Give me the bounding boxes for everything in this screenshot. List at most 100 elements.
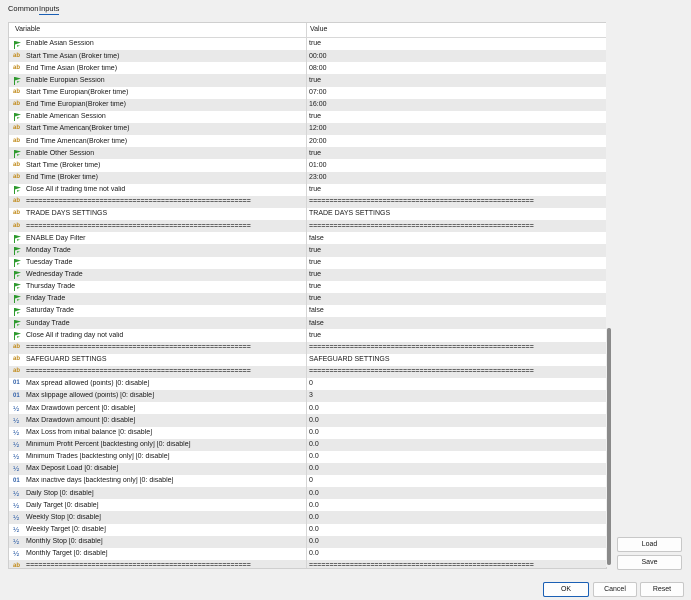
variable-value[interactable]: 0.0: [309, 490, 603, 497]
variable-value[interactable]: true: [309, 283, 603, 290]
variable-value[interactable]: ========================================…: [309, 198, 603, 205]
variable-value[interactable]: true: [309, 295, 603, 302]
table-row[interactable]: ab ======================================…: [9, 220, 606, 233]
table-row[interactable]: Thursday Trade true: [9, 280, 606, 293]
variable-value[interactable]: 0: [309, 380, 603, 387]
variable-value[interactable]: true: [309, 259, 603, 266]
table-row[interactable]: Wednesday Trade true: [9, 268, 606, 281]
table-row[interactable]: ½ Daily Target [0: disable] 0.0: [9, 499, 606, 512]
table-row[interactable]: Enable American Session true: [9, 110, 606, 123]
variable-value[interactable]: ========================================…: [309, 223, 603, 230]
table-row[interactable]: ½ Max Drawdown amount [0: disable] 0.0: [9, 414, 606, 427]
table-row[interactable]: ENABLE Day Filter false: [9, 232, 606, 245]
table-row[interactable]: ab ======================================…: [9, 560, 606, 568]
variable-value[interactable]: 20:00: [309, 138, 603, 145]
variable-value[interactable]: 0: [309, 477, 603, 484]
table-row[interactable]: Enable Europian Session true: [9, 74, 606, 87]
table-row[interactable]: ab End Time Asian (Broker time) 08:00: [9, 62, 606, 75]
table-row[interactable]: ½ Minimum Profit Percent [backtesting onl…: [9, 438, 606, 451]
table-row[interactable]: ½ Monthly Stop [0: disable] 0.0: [9, 535, 606, 548]
table-row[interactable]: Monday Trade true: [9, 244, 606, 257]
variable-value[interactable]: 12:00: [309, 125, 603, 132]
table-row[interactable]: Tuesday Trade true: [9, 256, 606, 269]
variable-value[interactable]: false: [309, 307, 603, 314]
variable-value[interactable]: ========================================…: [309, 368, 603, 375]
table-row[interactable]: ab Start Time Asian (Broker time) 00:00: [9, 50, 606, 63]
variable-value[interactable]: 0.0: [309, 405, 603, 412]
variable-value[interactable]: true: [309, 113, 603, 120]
table-row[interactable]: Saturday Trade false: [9, 305, 606, 318]
column-header-variable[interactable]: Variable: [15, 26, 40, 33]
tab-inputs[interactable]: Inputs: [39, 4, 60, 15]
table-row[interactable]: ab End Time (Broker time) 23:00: [9, 171, 606, 184]
table-row[interactable]: ½ Weekly Target [0: disable] 0.0: [9, 523, 606, 536]
table-row[interactable]: Enable Other Session true: [9, 147, 606, 160]
variable-value[interactable]: true: [309, 40, 603, 47]
table-row[interactable]: Friday Trade true: [9, 292, 606, 306]
variable-value[interactable]: 08:00: [309, 65, 603, 72]
variable-value[interactable]: true: [309, 271, 603, 278]
variable-value[interactable]: 00:00: [309, 53, 603, 60]
variable-value[interactable]: 0.0: [309, 441, 603, 448]
table-row[interactable]: ab End Time Europian(Broker time) 16:00: [9, 98, 606, 111]
table-row[interactable]: ab Start Time (Broker time) 01:00: [9, 159, 606, 172]
variable-value[interactable]: 01:00: [309, 162, 603, 169]
variable-value[interactable]: false: [309, 320, 603, 327]
table-row[interactable]: 01 Max spread allowed (points) [0: disabl…: [9, 377, 606, 391]
table-row[interactable]: Sunday Trade false: [9, 317, 606, 330]
table-row[interactable]: ab Start Time Europian(Broker time) 07:00: [9, 86, 606, 99]
variable-value[interactable]: 0.0: [309, 453, 603, 460]
table-row[interactable]: Close All if trading time not valid true: [9, 183, 606, 196]
table-row[interactable]: ab TRADE DAYS SETTINGS TRADE DAYS SETTINGS: [9, 207, 606, 221]
variable-value[interactable]: 0.0: [309, 465, 603, 472]
tab-common[interactable]: Common: [8, 4, 38, 13]
variable-value[interactable]: 0.0: [309, 538, 603, 545]
variable-value[interactable]: ========================================…: [309, 562, 603, 568]
table-row[interactable]: ab Start Time American(Broker time) 12:00: [9, 122, 606, 136]
variable-value[interactable]: 23:00: [309, 174, 603, 181]
variable-value[interactable]: 16:00: [309, 101, 603, 108]
table-row[interactable]: ½ Daily Stop [0: disable] 0.0: [9, 487, 606, 500]
table-row[interactable]: ½ Max Loss from initial balance [0: disab…: [9, 426, 606, 439]
table-row[interactable]: ½ Minimum Trades [backtesting only] [0: d…: [9, 450, 606, 463]
table-row[interactable]: ab End Time American(Broker time) 20:00: [9, 135, 606, 148]
variable-value[interactable]: SAFEGUARD SETTINGS: [309, 356, 603, 363]
variable-value[interactable]: true: [309, 186, 603, 193]
variable-value[interactable]: false: [309, 235, 603, 242]
table-row[interactable]: Close All if trading day not valid true: [9, 329, 606, 342]
variable-value[interactable]: 0.0: [309, 550, 603, 557]
load-button[interactable]: Load: [617, 537, 682, 552]
table-row[interactable]: ½ Monthly Target [0: disable] 0.0: [9, 547, 606, 561]
variable-value[interactable]: 0.0: [309, 502, 603, 509]
table-row[interactable]: ab ======================================…: [9, 365, 606, 378]
variable-value[interactable]: true: [309, 77, 603, 84]
table-row[interactable]: ½ Weekly Stop [0: disable] 0.0: [9, 511, 606, 524]
column-header-value[interactable]: Value: [310, 26, 327, 33]
variable-value[interactable]: TRADE DAYS SETTINGS: [309, 210, 603, 217]
variable-value[interactable]: true: [309, 150, 603, 157]
cancel-button[interactable]: Cancel: [593, 582, 637, 597]
vertical-scrollbar[interactable]: [606, 22, 613, 567]
table-row[interactable]: 01 Max inactive days [backtesting only] […: [9, 475, 606, 488]
reset-button[interactable]: Reset: [640, 582, 684, 597]
scrollbar-thumb[interactable]: [607, 328, 611, 565]
table-row[interactable]: ab SAFEGUARD SETTINGS SAFEGUARD SETTINGS: [9, 353, 606, 366]
save-button[interactable]: Save: [617, 555, 682, 570]
table-row[interactable]: 01 Max slippage allowed (points) [0: disa…: [9, 390, 606, 403]
table-row[interactable]: ½ Max Deposit Load [0: disable] 0.0: [9, 462, 606, 476]
ok-button[interactable]: OK: [543, 582, 589, 597]
table-row[interactable]: ab ======================================…: [9, 341, 606, 354]
variable-value[interactable]: 0.0: [309, 526, 603, 533]
variable-value[interactable]: 0.0: [309, 417, 603, 424]
table-row[interactable]: ab ======================================…: [9, 195, 606, 208]
variable-value[interactable]: 0.0: [309, 514, 603, 521]
bool-flag-icon: [13, 282, 23, 292]
table-row[interactable]: Enable Asian Session true: [9, 38, 606, 51]
variable-value[interactable]: true: [309, 247, 603, 254]
variable-value[interactable]: true: [309, 332, 603, 339]
variable-value[interactable]: 0.0: [309, 429, 603, 436]
table-row[interactable]: ½ Max Drawdown percent [0: disable] 0.0: [9, 402, 606, 415]
variable-value[interactable]: 07:00: [309, 89, 603, 96]
variable-value[interactable]: 3: [309, 392, 603, 399]
variable-value[interactable]: ========================================…: [309, 344, 603, 351]
